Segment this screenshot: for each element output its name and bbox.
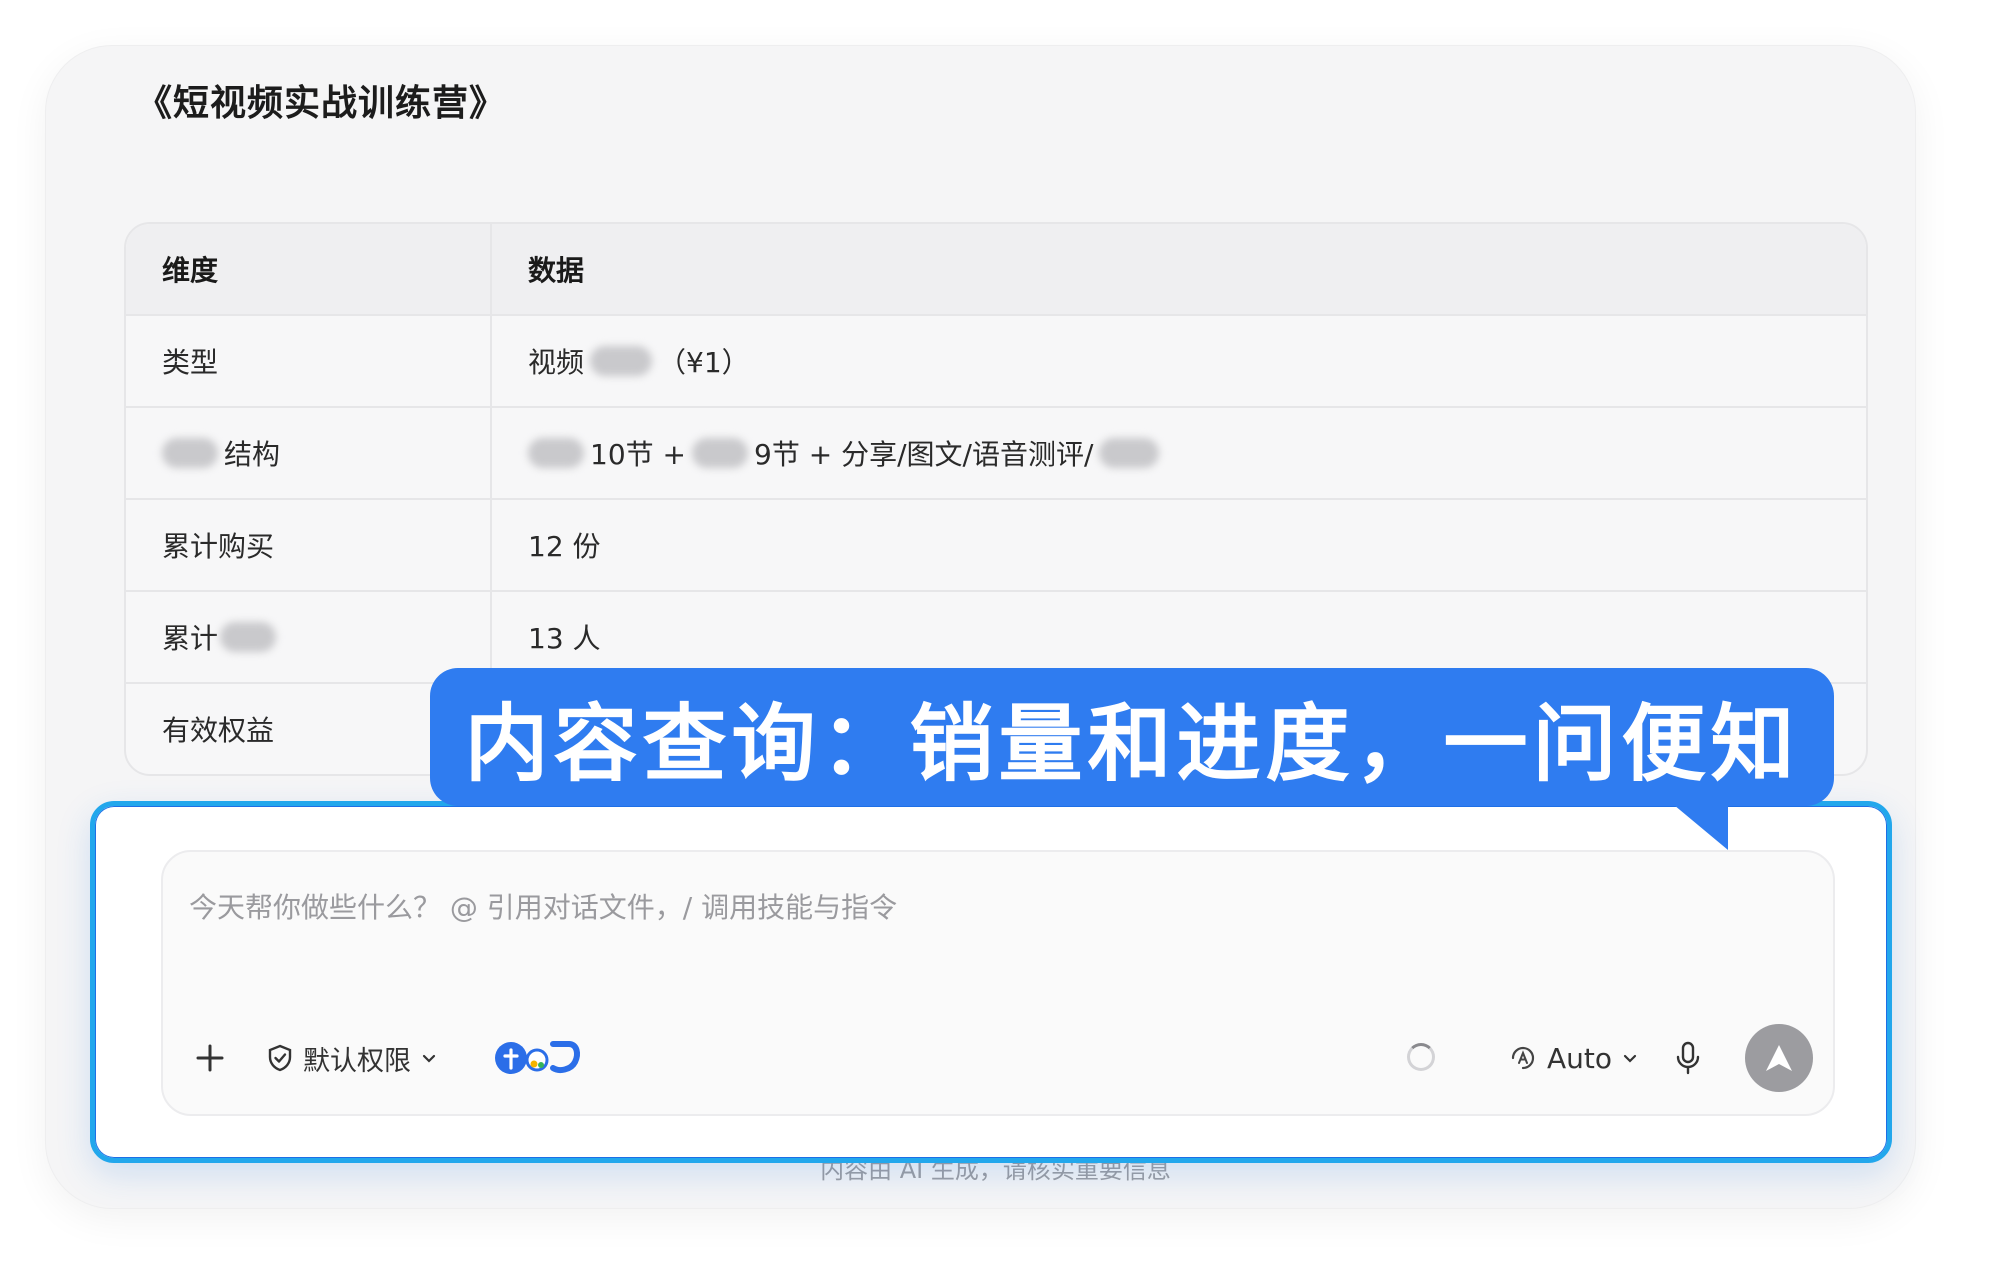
table-cell: 累计 — [126, 592, 492, 682]
input-toolbar: 默认权限 Auto — [163, 1024, 1833, 1092]
shield-check-icon — [268, 1044, 292, 1072]
table-row: 类型 视频 （¥1） — [126, 314, 1866, 406]
voice-input-button[interactable] — [1673, 1028, 1703, 1088]
plugin-logos-icon[interactable] — [493, 1028, 583, 1088]
table-header-row: 维度 数据 — [126, 224, 1866, 314]
auto-model-icon — [1511, 1046, 1535, 1070]
redacted-text — [162, 438, 218, 468]
loading-spinner-icon — [1407, 1043, 1435, 1071]
chevron-down-icon — [422, 1054, 436, 1063]
redacted-text — [528, 438, 584, 468]
plus-icon — [196, 1044, 224, 1072]
callout-text: 内容查询：销量和进度，一问便知 — [464, 694, 1800, 793]
chat-input-container: 今天帮你做些什么？ @ 引用对话文件，/ 调用技能与指令 默认权限 Auto — [90, 801, 1892, 1163]
permission-label: 默认权限 — [303, 1045, 411, 1077]
callout-pointer — [1668, 800, 1728, 850]
cell-text: （¥1） — [658, 346, 750, 379]
page-title: 《短视频实战训练营》 — [136, 83, 507, 124]
send-button[interactable] — [1745, 1024, 1813, 1092]
send-arrow-icon — [1766, 1045, 1792, 1071]
cell-text: 累计 — [162, 622, 219, 655]
table-cell: 视频 （¥1） — [492, 316, 1866, 406]
cell-text: 9节 + 分享/图文/语音测评/ — [754, 438, 1094, 471]
table-header-cell: 数据 — [528, 254, 585, 287]
cell-text: 结构 — [224, 438, 281, 471]
permission-selector[interactable]: 默认权限 — [265, 1028, 439, 1088]
table-cell: 12 份 — [528, 530, 601, 563]
cell-text: 视频 — [528, 346, 585, 379]
chat-input-box[interactable]: 今天帮你做些什么？ @ 引用对话文件，/ 调用技能与指令 默认权限 Auto — [161, 850, 1835, 1116]
table-row: 结构 10节 + 9节 + 分享/图文/语音测评/ — [126, 406, 1866, 498]
plugin-logos-icon — [495, 1041, 580, 1074]
model-selector[interactable]: Auto — [1507, 1028, 1640, 1088]
add-attachment-button[interactable] — [193, 1028, 227, 1088]
cell-text: 10节 + — [590, 438, 686, 471]
table-row: 累计购买 12 份 — [126, 498, 1866, 590]
table-cell: 类型 — [126, 316, 492, 406]
chat-input-placeholder[interactable]: 今天帮你做些什么？ @ 引用对话文件，/ 调用技能与指令 — [189, 886, 897, 926]
microphone-icon — [1676, 1041, 1700, 1075]
table-header-cell: 维度 — [126, 224, 492, 314]
redacted-text — [220, 622, 277, 652]
redacted-text — [692, 438, 748, 468]
redacted-text — [590, 346, 653, 376]
redacted-text — [1099, 438, 1160, 468]
chevron-down-icon — [1623, 1054, 1637, 1063]
model-label: Auto — [1547, 1041, 1613, 1075]
feature-callout-banner: 内容查询：销量和进度，一问便知 — [430, 668, 1834, 806]
table-cell: 累计购买 — [126, 500, 492, 590]
table-cell: 结构 — [126, 408, 492, 498]
table-cell: 10节 + 9节 + 分享/图文/语音测评/ — [492, 408, 1866, 498]
